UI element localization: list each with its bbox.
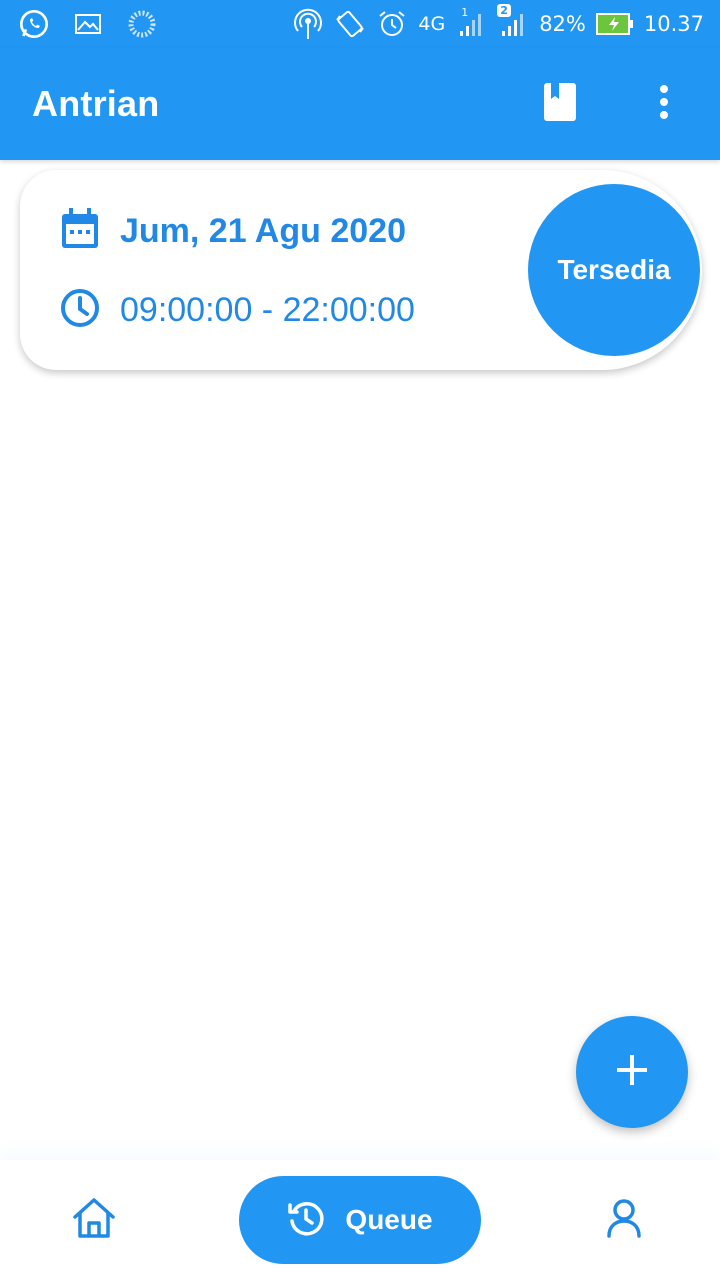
home-icon [71, 1197, 117, 1244]
calendar-icon [60, 208, 100, 255]
schedule-time-range: 09:00:00 - 22:00:00 [120, 291, 415, 329]
bookmark-icon [543, 82, 577, 127]
bookmark-button[interactable] [536, 80, 584, 128]
nav-queue[interactable]: Queue [239, 1176, 481, 1264]
nav-home[interactable] [70, 1196, 118, 1244]
alarm-icon [376, 8, 408, 40]
schedule-date: Jum, 21 Agu 2020 [120, 212, 406, 250]
sim1-label: 1 [461, 6, 469, 19]
clock: 10.37 [643, 12, 704, 36]
nav-profile[interactable] [600, 1196, 648, 1244]
app-bar: Antrian [0, 48, 720, 160]
history-icon [287, 1199, 325, 1242]
hotspot-icon [292, 8, 324, 40]
person-icon [606, 1198, 642, 1243]
status-badge: Tersedia [528, 184, 700, 356]
add-queue-button[interactable] [576, 1016, 688, 1128]
sim2-label: 2 [497, 4, 511, 17]
signal-icon: 2 [497, 4, 529, 40]
page-title: Antrian [32, 83, 160, 124]
battery-charging-icon [595, 8, 634, 40]
battery-percent: 82% [539, 12, 586, 36]
nav-queue-label: Queue [345, 1204, 433, 1235]
schedule-card[interactable]: Jum, 21 Agu 2020 09:00:00 - 22:00:00 Ter… [20, 170, 702, 370]
loading-icon [126, 8, 158, 40]
more-options-button[interactable] [640, 80, 688, 128]
more-vert-icon [658, 84, 670, 125]
date-row: Jum, 21 Agu 2020 [60, 208, 406, 255]
network-type-label: 4G [418, 13, 446, 35]
rotate-icon [334, 8, 366, 40]
status-bar: 4G 1 2 82% 10.37 [0, 0, 720, 48]
clock-icon [60, 288, 100, 333]
time-row: 09:00:00 - 22:00:00 [60, 288, 415, 333]
bottom-navigation: Queue [0, 1160, 720, 1280]
plus-icon [615, 1053, 649, 1092]
image-icon [72, 8, 104, 40]
signal-icon: 1 [455, 6, 487, 40]
whatsapp-icon [18, 8, 50, 40]
